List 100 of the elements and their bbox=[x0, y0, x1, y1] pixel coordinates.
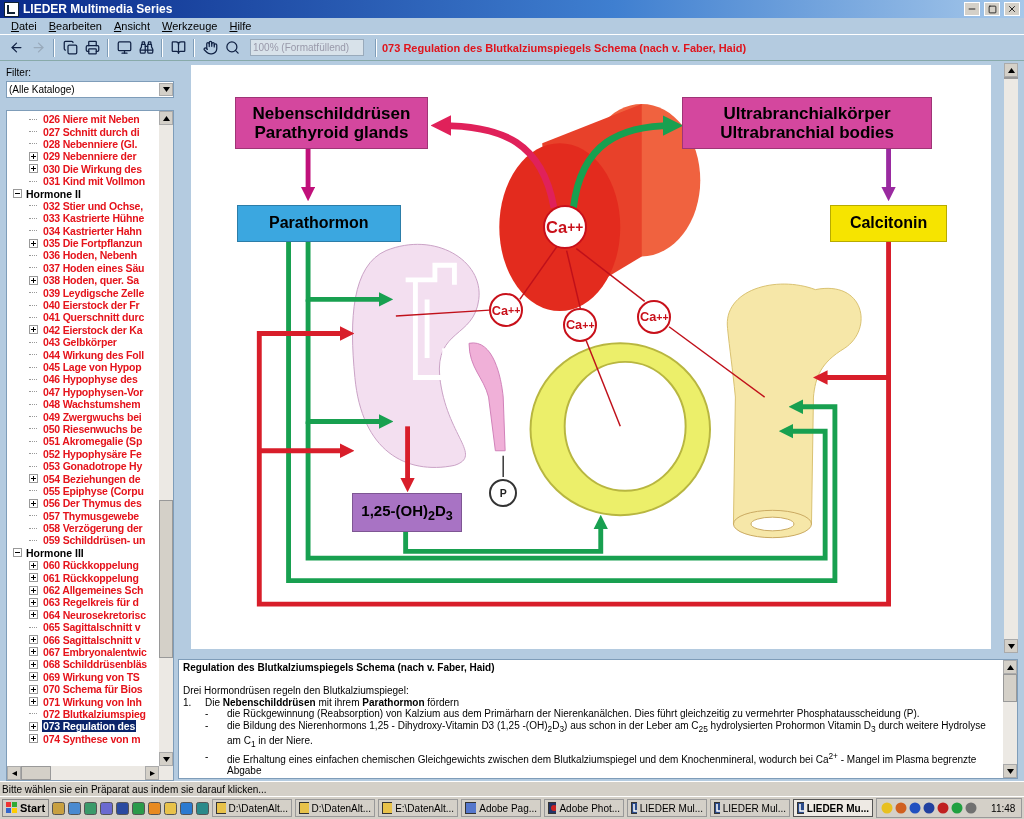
taskbar-button[interactable]: Adobe Pag... bbox=[461, 799, 542, 817]
menu-item[interactable]: Werkzeuge bbox=[157, 20, 223, 32]
quick-launch-icon[interactable] bbox=[68, 800, 82, 816]
expand-icon[interactable] bbox=[29, 164, 38, 174]
expand-icon[interactable] bbox=[29, 610, 38, 620]
tree-item[interactable]: 061 Rückkoppelung bbox=[42, 571, 140, 584]
tray-icon[interactable] bbox=[937, 802, 950, 814]
quick-launch-icon[interactable] bbox=[164, 800, 178, 816]
expand-icon[interactable] bbox=[29, 721, 38, 731]
taskbar-button[interactable]: LIEDER Mul... bbox=[627, 799, 708, 817]
taskbar-button[interactable]: Adobe Phot... bbox=[544, 799, 625, 817]
tree-item[interactable]: 069 Wirkung von TS bbox=[42, 670, 141, 683]
tray-icon[interactable] bbox=[923, 802, 936, 814]
expand-icon[interactable] bbox=[29, 573, 38, 583]
scroll-up-button[interactable] bbox=[1003, 660, 1017, 674]
quick-launch-icon[interactable] bbox=[52, 800, 66, 816]
tray-icon[interactable] bbox=[965, 802, 978, 814]
taskbar-button[interactable]: E:\DatenAlt... bbox=[378, 799, 459, 817]
taskbar-button[interactable]: D:\DatenAlt... bbox=[212, 799, 293, 817]
expand-icon[interactable] bbox=[29, 672, 38, 682]
scroll-down-button[interactable] bbox=[1004, 639, 1018, 653]
tree-item[interactable]: 067 Embryonalentwic bbox=[42, 646, 148, 658]
horizontal-scrollbar[interactable] bbox=[7, 766, 173, 780]
expand-icon[interactable] bbox=[29, 275, 38, 285]
menu-item[interactable]: Ansicht bbox=[108, 20, 155, 32]
expand-icon[interactable] bbox=[29, 659, 38, 669]
tree-item[interactable]: 028 Nebenniere (Gl. bbox=[42, 137, 139, 150]
tree-item[interactable]: 037 Hoden eines Säu bbox=[42, 261, 146, 274]
scroll-thumb[interactable] bbox=[21, 766, 51, 780]
tree-item[interactable]: 053 Gonadotrope Hy bbox=[42, 460, 144, 473]
tree-item[interactable]: 062 Allgemeines Sch bbox=[42, 584, 145, 597]
tree-item[interactable]: 066 Sagittalschnitt v bbox=[42, 633, 142, 646]
tree-item[interactable]: 071 Wirkung von Inh bbox=[42, 695, 143, 708]
tree-item[interactable]: 051 Akromegalie (Sp bbox=[42, 435, 144, 448]
quick-launch-icon[interactable] bbox=[180, 800, 194, 816]
tree-item[interactable]: 064 Neurosekretorisc bbox=[42, 608, 147, 621]
menu-item[interactable]: Bearbeiten bbox=[43, 20, 107, 32]
expand-icon[interactable] bbox=[29, 585, 38, 595]
tree-item[interactable]: 040 Eierstock der Fr bbox=[42, 299, 141, 312]
filter-dropdown[interactable]: (Alle Kataloge) bbox=[6, 81, 174, 98]
quick-launch-icon[interactable] bbox=[132, 800, 146, 816]
tray-icon[interactable] bbox=[909, 802, 922, 814]
tree-item[interactable]: 059 Schilddrüsen- un bbox=[42, 534, 147, 547]
quick-launch-icon[interactable] bbox=[84, 800, 98, 816]
tree-item[interactable]: 070 Schema für Bios bbox=[42, 683, 144, 696]
tree-item[interactable]: 058 Verzögerung der bbox=[42, 522, 144, 535]
tree-group[interactable]: Hormone III bbox=[26, 546, 84, 559]
quick-launch-icon[interactable] bbox=[148, 800, 162, 816]
tree-item[interactable]: 072 Blutkalziumspieg bbox=[42, 707, 147, 720]
tree-group[interactable]: Hormone II bbox=[26, 187, 81, 200]
tree-item[interactable]: 049 Zwergwuchs bei bbox=[42, 410, 143, 423]
start-button[interactable]: Start bbox=[2, 799, 50, 817]
expand-icon[interactable] bbox=[29, 697, 38, 707]
tree-item[interactable]: 035 Die Fortpflanzun bbox=[42, 237, 144, 250]
tray-icon[interactable] bbox=[895, 802, 908, 814]
menu-item[interactable]: Datei bbox=[6, 20, 42, 32]
tree-item[interactable]: 060 Rückkoppelung bbox=[42, 559, 140, 572]
quick-launch-icon[interactable] bbox=[100, 800, 114, 816]
menu-item[interactable]: Hilfe bbox=[224, 20, 257, 32]
quick-launch-icon[interactable] bbox=[116, 800, 130, 816]
tree-item[interactable]: 056 Der Thymus des bbox=[42, 497, 143, 510]
expand-icon[interactable] bbox=[29, 325, 38, 335]
tree-item[interactable]: 052 Hypophysäre Fe bbox=[42, 447, 143, 460]
scroll-thumb[interactable] bbox=[1004, 77, 1018, 79]
expand-icon[interactable] bbox=[29, 498, 38, 508]
minimize-button[interactable] bbox=[964, 2, 980, 16]
tree-item[interactable]: 045 Lage von Hypop bbox=[42, 361, 143, 373]
tree-item[interactable]: 030 Die Wirkung des bbox=[42, 162, 143, 175]
tree-item[interactable]: 044 Wirkung des Foll bbox=[42, 348, 145, 361]
tree-item[interactable]: 042 Eierstock der Ka bbox=[42, 323, 144, 336]
close-button[interactable] bbox=[1004, 2, 1020, 16]
expand-icon[interactable] bbox=[29, 684, 38, 694]
scroll-down-button[interactable] bbox=[159, 752, 173, 766]
tree-item[interactable]: 027 Schnitt durch di bbox=[42, 125, 141, 138]
scroll-up-button[interactable] bbox=[159, 111, 173, 125]
tree-item[interactable]: 054 Beziehungen de bbox=[42, 472, 142, 485]
collapse-icon[interactable] bbox=[13, 548, 22, 558]
tree-item[interactable]: 033 Kastrierte Hühne bbox=[42, 212, 146, 225]
expand-icon[interactable] bbox=[29, 151, 38, 161]
tree-item[interactable]: 047 Hypophysen-Vor bbox=[42, 385, 145, 398]
expand-icon[interactable] bbox=[29, 474, 38, 483]
vertical-scrollbar[interactable] bbox=[159, 111, 173, 766]
tree-item[interactable]: 038 Hoden, quer. Sa bbox=[42, 274, 140, 287]
taskbar-button[interactable]: LIEDER Mu... bbox=[793, 799, 874, 817]
tree-item[interactable]: 036 Hoden, Nebenh bbox=[42, 249, 139, 262]
tree-item[interactable]: 073 Regulation des bbox=[42, 720, 137, 733]
tree-item[interactable]: 034 Kastrierter Hahn bbox=[42, 224, 143, 237]
tree-item[interactable]: 031 Kind mit Vollmon bbox=[42, 175, 146, 188]
tree-item[interactable]: 065 Sagittalschnitt v bbox=[42, 621, 142, 634]
taskbar-button[interactable]: LIEDER Mul... bbox=[710, 799, 791, 817]
expand-icon[interactable] bbox=[29, 647, 38, 657]
scroll-up-button[interactable] bbox=[1004, 63, 1018, 77]
expand-icon[interactable] bbox=[29, 635, 38, 645]
tree-item[interactable]: 074 Synthese von m bbox=[42, 732, 142, 745]
vertical-scrollbar[interactable] bbox=[1003, 660, 1017, 778]
tree-item[interactable]: 055 Epiphyse (Corpu bbox=[42, 484, 145, 497]
tree-item[interactable]: 026 Niere mit Neben bbox=[42, 113, 141, 126]
restore-button[interactable] bbox=[984, 2, 1000, 16]
scroll-thumb[interactable] bbox=[1003, 674, 1017, 703]
tree-item[interactable]: 032 Stier und Ochse, bbox=[42, 199, 144, 212]
